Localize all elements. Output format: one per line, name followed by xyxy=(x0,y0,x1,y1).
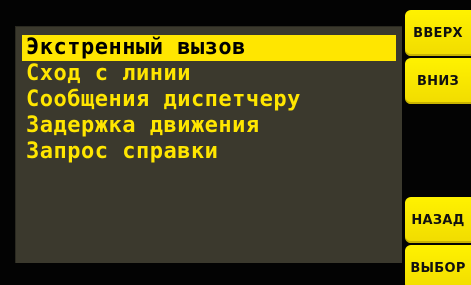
menu-item-emergency-call[interactable]: Экстренный вызов xyxy=(22,35,396,61)
menu-item-dispatcher-messages[interactable]: Сообщения диспетчеру xyxy=(22,87,396,113)
menu-item-leave-line[interactable]: Сход с линии xyxy=(22,61,396,87)
menu-item-info-request[interactable]: Запрос справки xyxy=(22,139,396,165)
menu-item-traffic-delay[interactable]: Задержка движения xyxy=(22,113,396,139)
side-button-column: ВВЕРХ ВНИЗ НАЗАД ВЫБОР xyxy=(405,0,471,285)
onboard-terminal-screen: Экстренный вызов Сход с линии Сообщения … xyxy=(0,0,471,285)
menu-list: Экстренный вызов Сход с линии Сообщения … xyxy=(22,35,396,165)
back-button[interactable]: НАЗАД xyxy=(405,197,471,243)
menu-panel: Экстренный вызов Сход с линии Сообщения … xyxy=(15,26,402,263)
up-button[interactable]: ВВЕРХ xyxy=(405,10,471,56)
select-button[interactable]: ВЫБОР xyxy=(405,245,471,285)
down-button[interactable]: ВНИЗ xyxy=(405,58,471,104)
